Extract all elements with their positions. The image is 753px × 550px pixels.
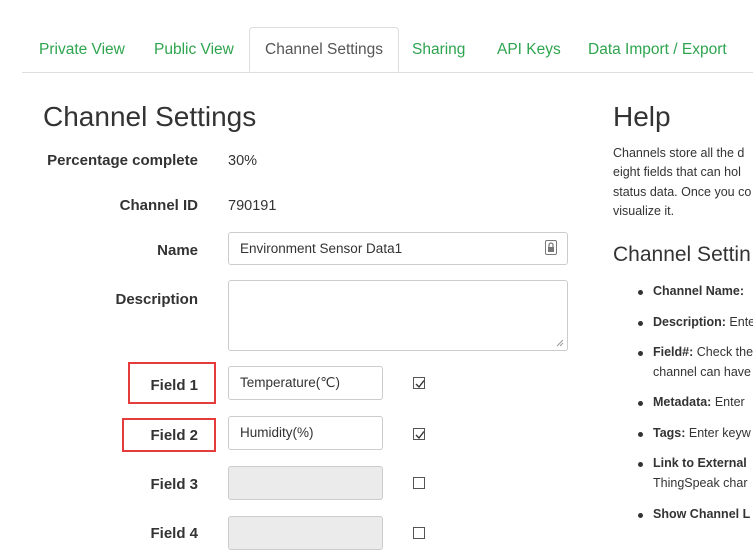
help-text-line: status data. Once you co <box>613 185 752 199</box>
field-2-value: Humidity(%) <box>240 425 314 440</box>
check-icon <box>415 380 425 389</box>
bullet-dot <box>638 432 643 437</box>
bullet-dot <box>638 321 643 326</box>
name-label: Name <box>157 242 198 259</box>
help-item-tags: Tags: Enter keyw <box>653 426 751 440</box>
field-3-label: Field 3 <box>150 476 198 493</box>
field-1-label: Field 1 <box>150 377 198 394</box>
field-3-input[interactable] <box>228 466 383 500</box>
bullet-dot <box>638 513 643 518</box>
tab-channel-settings[interactable]: Channel Settings <box>249 27 400 72</box>
description-textarea[interactable] <box>228 280 568 351</box>
tab-data-import-export[interactable]: Data Import / Export <box>588 28 727 71</box>
field-4-checkbox[interactable] <box>413 527 425 539</box>
description-label: Description <box>115 291 198 308</box>
field-2-label: Field 2 <box>150 427 198 444</box>
tab-private-view[interactable]: Private View <box>39 28 125 71</box>
channel-id-value: 790191 <box>228 198 277 214</box>
bullet-dot <box>638 401 643 406</box>
field-1-input[interactable]: Temperature(℃) <box>228 366 383 400</box>
bullet-dot <box>638 462 643 467</box>
field-2-input[interactable]: Humidity(%) <box>228 416 383 450</box>
help-item-link-external: Link to External <box>653 456 747 470</box>
help-item-description: Description: Ente <box>653 315 753 329</box>
page-title: Channel Settings <box>43 101 257 132</box>
tab-bar: Private View Public View Channel Setting… <box>22 0 753 73</box>
resize-grip-icon[interactable] <box>556 339 564 347</box>
help-channel-settings-title: Channel Settin <box>613 243 751 266</box>
name-input-value: Environment Sensor Data1 <box>240 241 403 256</box>
help-item-channel-name: Channel Name: <box>653 284 744 298</box>
field-1-value: Temperature(℃) <box>240 375 340 390</box>
help-item-field-continued: channel can have <box>653 365 751 379</box>
percentage-complete-label: Percentage complete <box>47 152 198 169</box>
help-text-line: Channels store all the d <box>613 146 745 160</box>
help-item-metadata: Metadata: Enter <box>653 395 745 409</box>
field-4-input[interactable] <box>228 516 383 550</box>
check-icon <box>415 431 425 440</box>
field-3-checkbox[interactable] <box>413 477 425 489</box>
help-item-link-external-continued: ThingSpeak char <box>653 476 748 490</box>
field-1-checkbox[interactable] <box>413 377 425 389</box>
tab-sharing[interactable]: Sharing <box>412 28 465 71</box>
field-2-checkbox[interactable] <box>413 428 425 440</box>
help-text-line: visualize it. <box>613 204 675 218</box>
lock-icon <box>545 240 557 255</box>
help-title: Help <box>613 101 671 132</box>
help-item-field: Field#: Check the <box>653 345 753 359</box>
name-input[interactable]: Environment Sensor Data1 <box>228 232 568 265</box>
help-text-line: eight fields that can hol <box>613 165 741 179</box>
tab-public-view[interactable]: Public View <box>154 28 234 71</box>
bullet-dot <box>638 290 643 295</box>
bullet-dot <box>638 351 643 356</box>
percentage-complete-value: 30% <box>228 153 258 169</box>
channel-id-label: Channel ID <box>119 197 198 214</box>
help-item-show-channel-location: Show Channel L <box>653 507 751 521</box>
tab-api-keys[interactable]: API Keys <box>497 28 561 71</box>
